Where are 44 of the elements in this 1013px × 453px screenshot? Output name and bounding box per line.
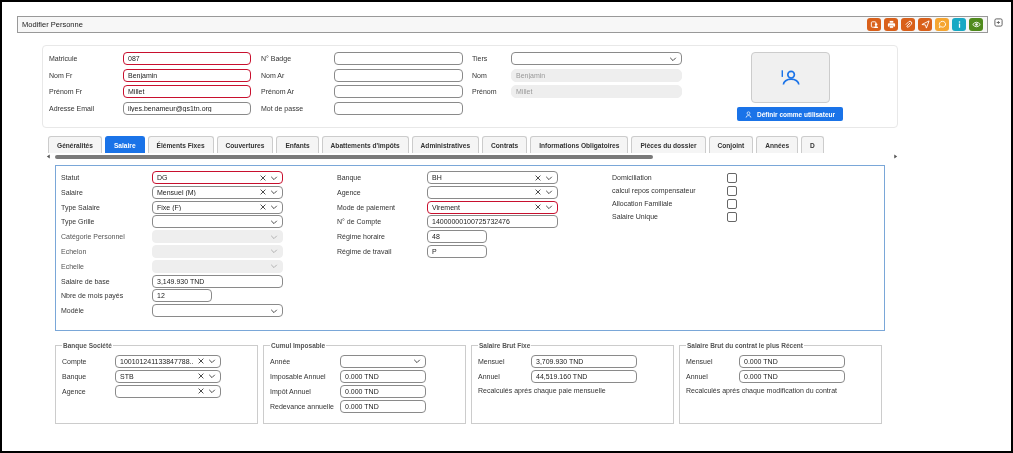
select-field[interactable] xyxy=(115,384,221,398)
contacts-icon xyxy=(869,20,879,29)
text-field[interactable] xyxy=(334,68,463,82)
checkbox[interactable] xyxy=(727,172,737,183)
text-field[interactable] xyxy=(334,101,463,115)
paperclip-icon xyxy=(903,20,913,29)
text-field[interactable] xyxy=(334,52,463,65)
checkbox[interactable] xyxy=(727,185,737,196)
eye-icon xyxy=(971,20,981,29)
scroll-right-icon[interactable] xyxy=(893,154,898,159)
clear-icon xyxy=(259,173,267,182)
attach-button[interactable] xyxy=(901,18,915,31)
checkbox[interactable] xyxy=(727,198,737,209)
view-button[interactable] xyxy=(969,18,983,31)
clear-icon xyxy=(197,387,205,395)
send-button[interactable] xyxy=(918,18,932,31)
checkbox[interactable] xyxy=(727,211,737,222)
select-field[interactable] xyxy=(152,215,283,229)
clear-icon xyxy=(197,372,205,380)
user-icon xyxy=(745,110,752,118)
scroll-left-icon[interactable] xyxy=(46,154,51,159)
clear-icon xyxy=(197,357,205,365)
avatar-placeholder[interactable] xyxy=(750,52,830,104)
select-field[interactable] xyxy=(427,185,558,199)
select-field[interactable] xyxy=(511,52,682,65)
clear-icon xyxy=(259,203,267,212)
restore-icon[interactable] xyxy=(994,18,1003,27)
info-button[interactable] xyxy=(952,18,966,31)
chat-icon xyxy=(937,20,947,29)
text-field[interactable] xyxy=(334,85,463,98)
printer-icon xyxy=(886,20,896,29)
send-icon xyxy=(920,20,930,29)
clear-icon xyxy=(534,173,542,182)
contacts-button[interactable] xyxy=(867,18,881,31)
clear-icon xyxy=(259,188,267,197)
select-field[interactable] xyxy=(340,354,426,368)
chevron-down-icon xyxy=(270,306,278,315)
chat-button[interactable] xyxy=(935,18,949,31)
print-button[interactable] xyxy=(884,18,898,31)
chevron-down-icon xyxy=(669,54,677,63)
select-field[interactable] xyxy=(152,304,283,318)
chevron-down-icon xyxy=(413,357,421,365)
clear-icon xyxy=(534,188,542,197)
clear-icon xyxy=(534,203,542,212)
